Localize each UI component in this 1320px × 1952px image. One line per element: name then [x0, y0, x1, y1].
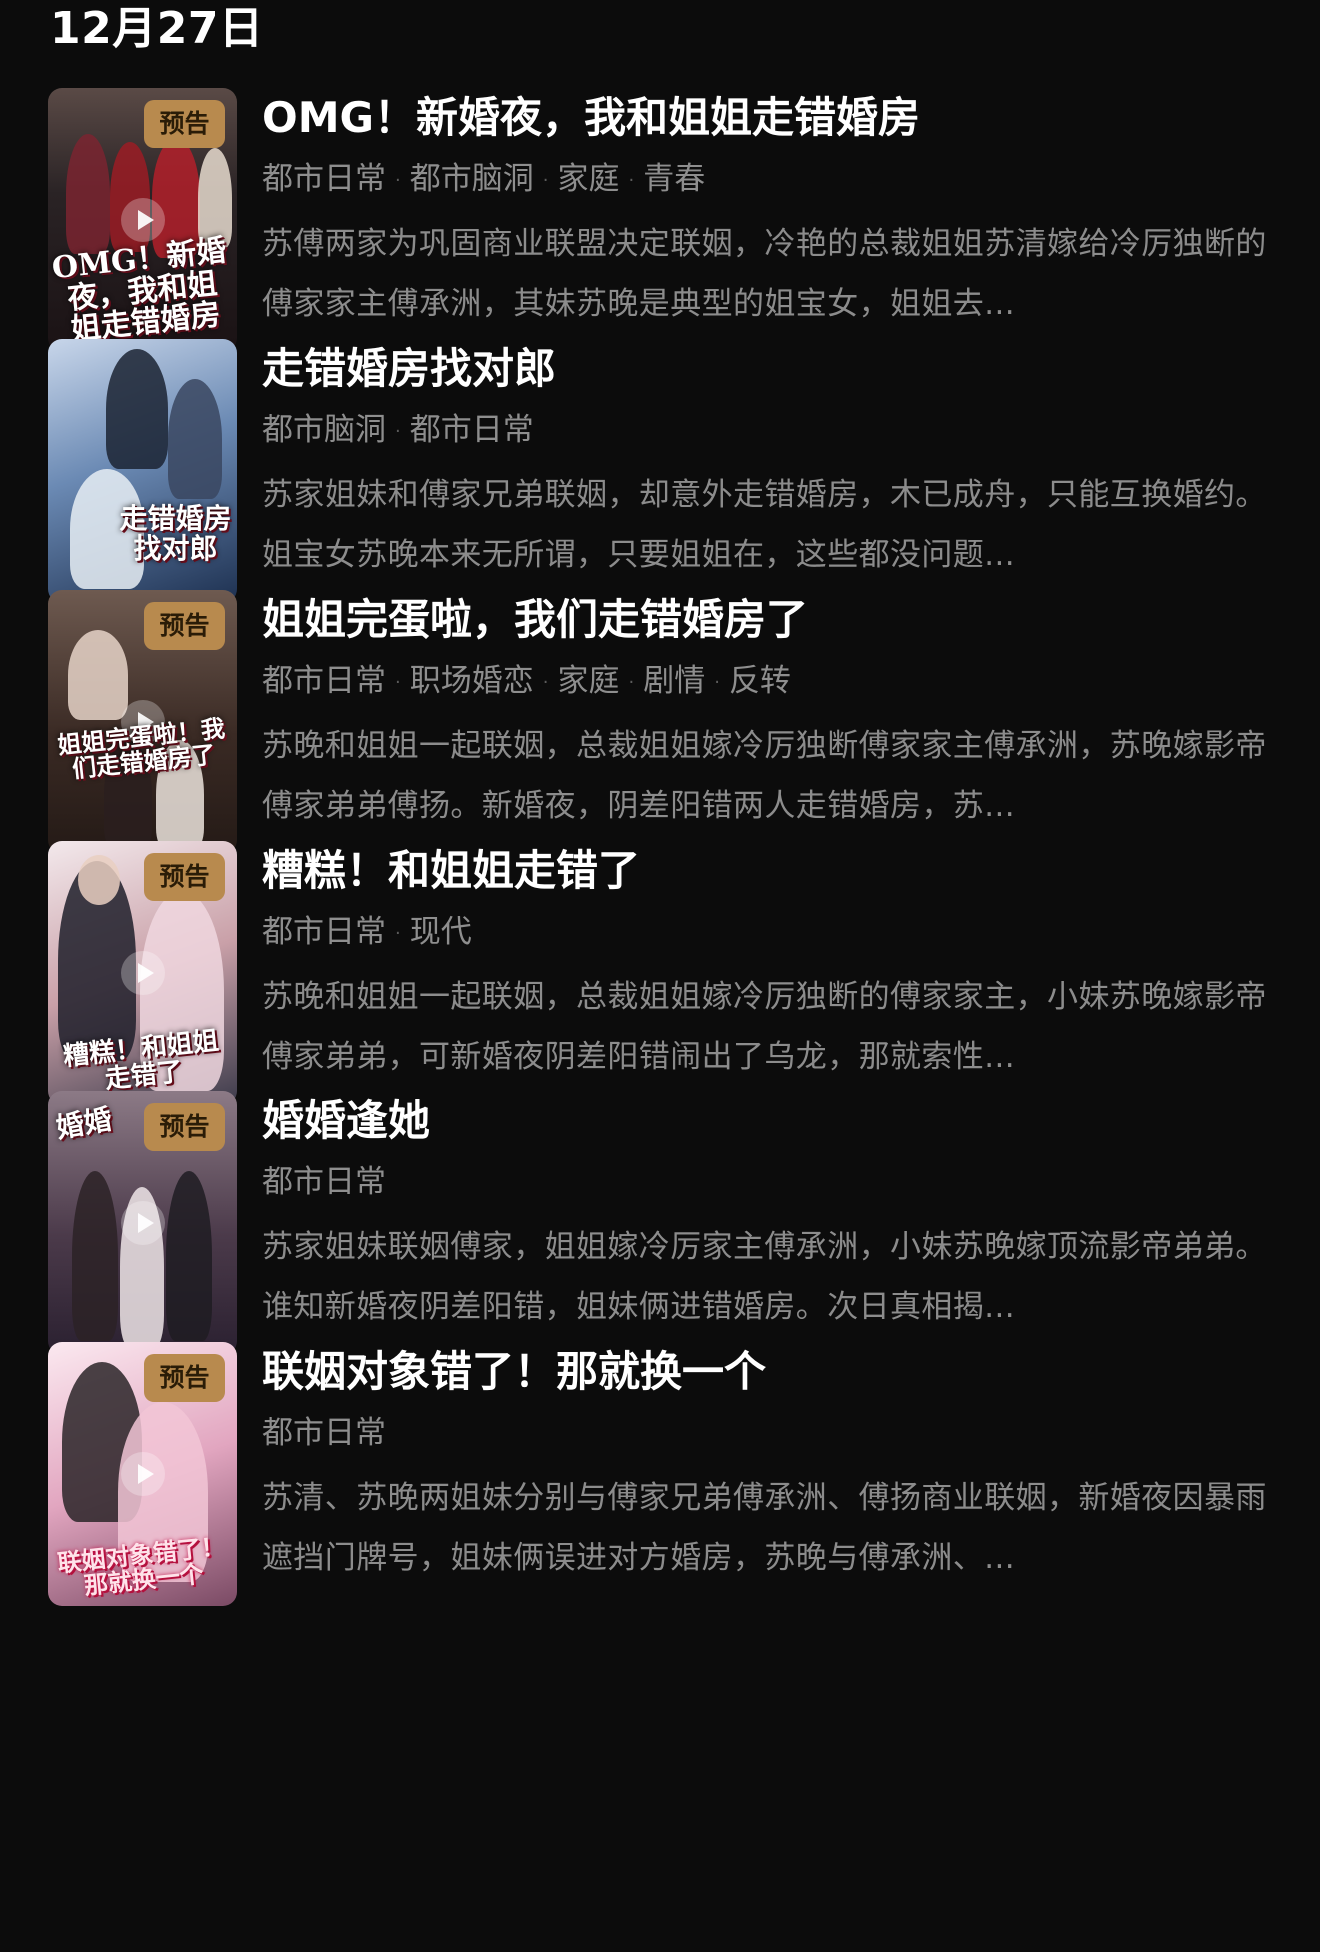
tag[interactable]: 都市脑洞	[262, 412, 386, 448]
cover-title: 走错婚房找对郎	[119, 502, 232, 565]
cover-title: 联姻对象错了！那就换一个	[56, 1530, 227, 1600]
cover-image[interactable]: 联姻对象错了！那就换一个 预告	[48, 1342, 237, 1606]
tag[interactable]: 家庭	[557, 663, 619, 699]
show-description: 苏傅两家为巩固商业联盟决定联姻，冷艳的总裁姐姐苏清嫁给冷厉独断的傅家家主傅承洲，…	[262, 226, 1267, 322]
cover-title: 姐姐完蛋啦！我们走错婚房了	[56, 712, 227, 784]
list-item[interactable]: 联姻对象错了！那就换一个 预告 联姻对象错了！那就换一个 都市日常 苏清、苏晚两…	[48, 1342, 1278, 1606]
tag-list: 都市日常	[262, 1161, 386, 1203]
play-icon	[120, 951, 165, 995]
list-item[interactable]: OMG！新婚夜，我和姐姐走错婚房 预告 OMG！新婚夜，我和姐姐走错婚房 都市日…	[48, 88, 1278, 352]
show-description: 苏晚和姐姐一起联姻，总裁姐姐嫁冷厉独断傅家家主傅承洲，苏晚嫁影帝傅家弟弟傅扬。新…	[262, 728, 1267, 824]
preview-badge: 预告	[144, 100, 225, 148]
tag[interactable]: 现代	[410, 914, 472, 950]
tag[interactable]: 都市日常	[262, 161, 386, 197]
show-title[interactable]: 婚婚逢她	[262, 1095, 430, 1147]
tag-list: 都市日常 · 现代	[262, 914, 472, 950]
preview-badge: 预告	[144, 1103, 225, 1151]
tag[interactable]: 都市日常	[262, 914, 386, 950]
cover-image[interactable]: 婚婚 预告	[48, 1091, 237, 1355]
show-description: 苏清、苏晚两姐妹分别与傅家兄弟傅承洲、傅扬商业联姻，新婚夜因暴雨遮挡门牌号，姐妹…	[262, 1480, 1267, 1576]
tag[interactable]: 都市日常	[262, 663, 386, 699]
tag-list: 都市脑洞 · 都市日常	[262, 412, 534, 448]
play-icon	[120, 198, 165, 242]
list-item[interactable]: 婚婚 预告 婚婚逢她 都市日常 苏家姐妹联姻傅家，姐姐嫁冷厉家主傅承洲，小妹苏晚…	[48, 1091, 1278, 1355]
date-header: 12月27日	[50, 3, 264, 54]
tag-list: 都市日常	[262, 1412, 386, 1454]
tag[interactable]: 都市日常	[410, 412, 534, 448]
tag-list: 都市日常 · 职场婚恋 · 家庭 · 剧情 · 反转	[262, 663, 791, 699]
cover-title: 婚婚	[53, 1102, 115, 1145]
show-description: 苏家姐妹和傅家兄弟联姻，却意外走错婚房，木已成舟，只能互换婚约。姐宝女苏晚本来无…	[262, 477, 1267, 573]
list-item[interactable]: 走错婚房找对郎 走错婚房找对郎 都市脑洞 · 都市日常 苏家姐妹和傅家兄弟联姻，却意…	[48, 339, 1278, 603]
show-title[interactable]: 联姻对象错了！那就换一个	[262, 1346, 766, 1398]
cover-title: OMG！新婚夜，我和姐姐走错婚房	[50, 232, 229, 348]
play-icon	[120, 1201, 165, 1245]
show-title[interactable]: 糟糕！和姐姐走错了	[262, 845, 640, 897]
tag[interactable]: 家庭	[557, 161, 619, 197]
list-item[interactable]: 糟糕！和姐姐走错了 预告 糟糕！和姐姐走错了 都市日常 · 现代 苏晚和姐姐一起联姻…	[48, 841, 1278, 1105]
tag[interactable]: 都市日常	[262, 1415, 386, 1451]
preview-badge: 预告	[144, 853, 225, 901]
cover-image[interactable]: OMG！新婚夜，我和姐姐走错婚房 预告	[48, 88, 237, 352]
play-icon	[120, 1452, 165, 1496]
show-description: 苏家姐妹联姻傅家，姐姐嫁冷厉家主傅承洲，小妹苏晚嫁顶流影帝弟弟。谁知新婚夜阴差阳…	[262, 1229, 1267, 1325]
cover-image[interactable]: 糟糕！和姐姐走错了 预告	[48, 841, 237, 1105]
tag[interactable]: 剧情	[643, 663, 705, 699]
tag[interactable]: 反转	[729, 663, 791, 699]
preview-badge: 预告	[144, 602, 225, 650]
preview-badge: 预告	[144, 1354, 225, 1402]
tag[interactable]: 都市脑洞	[410, 161, 534, 197]
show-description: 苏晚和姐姐一起联姻，总裁姐姐嫁冷厉独断的傅家家主，小妹苏晚嫁影帝傅家弟弟，可新婚…	[262, 979, 1267, 1075]
cover-image[interactable]: 姐姐完蛋啦！我们走错婚房了 预告	[48, 590, 237, 854]
show-title[interactable]: 走错婚房找对郎	[262, 343, 556, 395]
tag-list: 都市日常 · 都市脑洞 · 家庭 · 青春	[262, 161, 706, 197]
tag[interactable]: 都市日常	[262, 1164, 386, 1200]
cover-image[interactable]: 走错婚房找对郎	[48, 339, 237, 603]
tag[interactable]: 青春	[643, 161, 705, 197]
tag[interactable]: 职场婚恋	[410, 663, 534, 699]
show-title[interactable]: 姐姐完蛋啦，我们走错婚房了	[262, 594, 808, 646]
show-title[interactable]: OMG！新婚夜，我和姐姐走错婚房	[262, 92, 920, 144]
list-item[interactable]: 姐姐完蛋啦！我们走错婚房了 预告 姐姐完蛋啦，我们走错婚房了 都市日常 · 职场婚恋…	[48, 590, 1278, 854]
